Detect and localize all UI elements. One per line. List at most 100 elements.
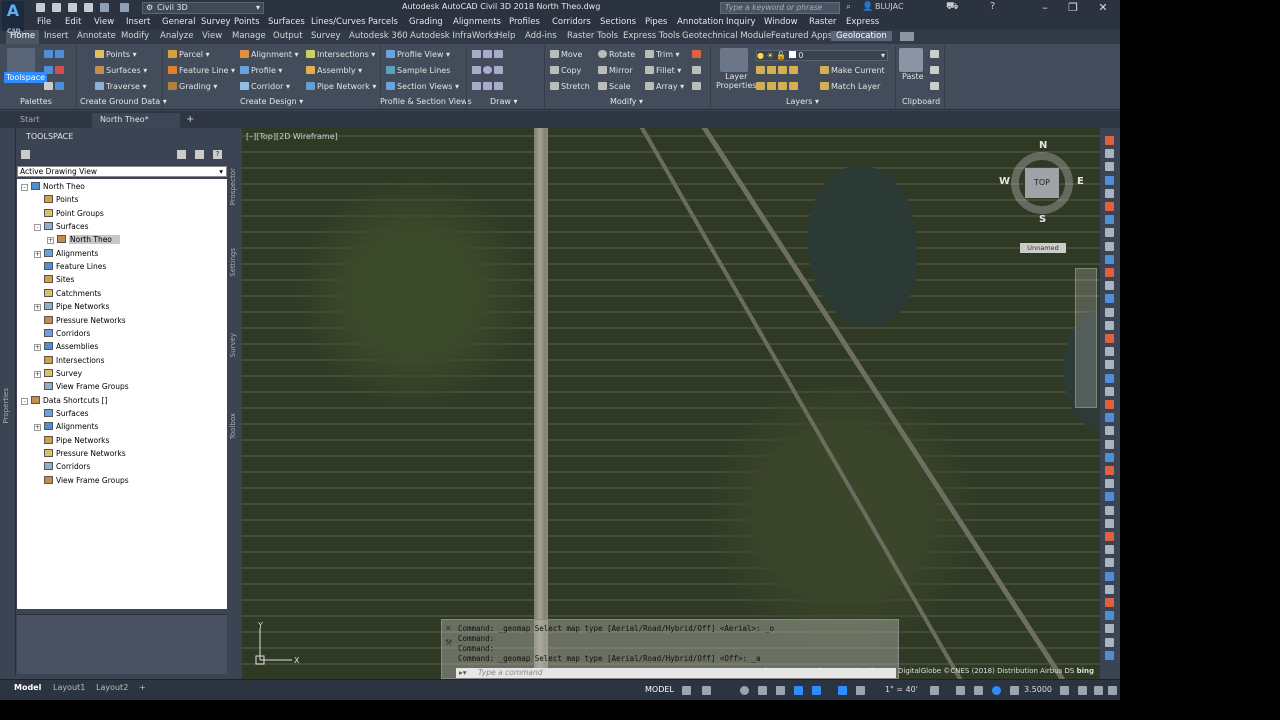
tree-item[interactable]: - Data Shortcuts [] [21,395,107,407]
tab-output[interactable]: Output [273,31,303,41]
scale-button[interactable]: Scale [598,82,631,91]
tab-add-ins[interactable]: Add-ins [525,31,557,41]
layer-properties-icon[interactable] [720,48,748,72]
layer-tool-3-icon[interactable] [778,66,787,74]
layer-tool-7-icon[interactable] [778,82,787,90]
plot-icon[interactable] [84,3,93,12]
image-icon[interactable] [1105,624,1114,634]
compass-north[interactable]: N [1039,140,1047,151]
toolspace-tool-2-icon[interactable] [195,150,204,159]
command-input[interactable]: ▸▾ Type a command [456,668,896,678]
menu-file[interactable]: File [37,17,51,27]
tab-prospector[interactable]: Prospector [229,168,241,205]
rectangle-icon[interactable] [494,66,503,74]
tab-geotechnical[interactable]: Geotechnical Module [682,31,771,41]
tree-item[interactable]: Catchments [34,288,101,300]
tab-express-tools[interactable]: Express Tools [623,31,680,41]
maximize-button[interactable]: ❐ [1058,0,1088,16]
gradient-icon[interactable] [1105,479,1114,489]
workspace-select[interactable]: ⚙ Civil 3D ▾ [142,2,264,14]
undo-icon[interactable] [100,3,109,12]
polyline-icon[interactable] [483,50,492,58]
id-point-icon[interactable] [1105,294,1114,304]
tab-autodesk-360[interactable]: Autodesk 360 [349,31,408,41]
tab-help[interactable]: Help [496,31,515,41]
menu-alignments[interactable]: Alignments [453,17,501,27]
xref-icon[interactable] [1105,611,1114,621]
tree-item[interactable]: Pipe Networks [34,435,109,447]
table-icon[interactable] [1105,492,1114,502]
expand-icon[interactable]: + [34,424,41,432]
paste-special-icon[interactable] [930,82,939,90]
layer-dropdown[interactable]: ● ☀ 🔓 0 ▾ [756,50,888,61]
move-button[interactable]: Move [550,50,582,59]
layer-tool-8-icon[interactable] [789,82,798,90]
tree-item[interactable]: + North Theo [47,234,120,246]
panel-label-ground[interactable]: Create Ground Data ▾ [80,97,167,106]
menu-survey[interactable]: Survey [201,17,231,27]
tree-item[interactable]: Point Groups [34,208,104,220]
feature-line-button[interactable]: Feature Line ▾ [168,66,235,75]
redo-icon[interactable] [120,3,129,12]
menu-profiles[interactable]: Profiles [509,17,540,27]
menu-window[interactable]: Window [764,17,798,27]
toolspace-icon[interactable] [7,48,35,72]
ellipse-icon[interactable] [483,82,492,90]
tab-geolocation[interactable]: Geolocation [831,31,892,41]
prospector-icon[interactable] [44,50,53,58]
zoom-window-icon[interactable] [1105,175,1114,185]
measure-tool-icon[interactable] [1105,254,1114,264]
leader-icon[interactable] [1105,545,1114,555]
points-button[interactable]: Points ▾ [95,50,137,59]
isolate-icon[interactable] [992,686,1001,695]
fullscreen-icon[interactable] [1094,686,1103,695]
properties-strip-label[interactable]: Properties [2,388,14,423]
save-icon[interactable] [68,3,77,12]
menu-annotation[interactable]: Annotation [677,17,724,27]
layer-tool-2-icon[interactable] [767,66,776,74]
blend-icon[interactable] [1105,426,1114,436]
app-logo[interactable]: A C3D [2,1,24,35]
parcel-button[interactable]: Parcel ▾ [168,50,210,59]
select-similar-icon[interactable] [1105,334,1114,343]
doc-tab-start[interactable]: Start [12,113,48,128]
profile-button[interactable]: Profile ▾ [240,66,282,75]
ribbon-options-icon[interactable] [900,32,914,41]
block-icon[interactable] [1105,584,1114,594]
tree-item[interactable]: Sites [34,274,74,286]
compass-south[interactable]: S [1039,214,1046,225]
layer-tool-5-icon[interactable] [756,82,765,90]
panel-label-profile-section[interactable]: Profile & Section Views [380,97,472,106]
copy-clip-icon[interactable] [930,66,939,74]
menu-parcels[interactable]: Parcels [368,17,398,27]
panorama-icon[interactable] [55,82,64,90]
polar-icon[interactable] [758,686,767,695]
doc-tab-north-theo[interactable]: North Theo* [92,113,180,128]
menu-insert[interactable]: Insert [126,17,150,27]
expand-icon[interactable]: + [47,237,54,245]
tree-item[interactable]: + Survey [34,368,82,380]
expand-icon[interactable]: + [34,250,41,258]
boundary-icon[interactable] [1105,452,1114,462]
layers-palette-icon[interactable] [44,66,53,74]
list-tool-icon[interactable] [1105,307,1114,317]
model-space-button[interactable]: MODEL [645,685,674,694]
menu-general[interactable]: General [162,17,196,27]
hardware-accel-icon[interactable] [1010,686,1019,695]
panel-label-clipboard[interactable]: Clipboard [902,97,940,106]
menu-raster[interactable]: Raster [809,17,836,27]
hatch-edit-icon[interactable] [1105,466,1114,475]
status-value[interactable]: 3.5000 [1024,685,1052,694]
tab-layout1[interactable]: Layout1 [53,683,85,692]
tab-survey[interactable]: Survey [311,31,341,41]
minimize-button[interactable]: – [1030,0,1060,16]
tab-annotate[interactable]: Annotate [77,31,116,41]
showmotion-icon[interactable] [1105,188,1114,198]
tree-item[interactable]: Points [34,194,79,206]
tree-item[interactable]: Pressure Networks [34,448,126,460]
panel-label-modify[interactable]: Modify ▾ [610,97,643,106]
paste-icon[interactable] [899,48,923,72]
alignment-button[interactable]: Alignment ▾ [240,50,299,59]
menu-pipes[interactable]: Pipes [645,17,667,27]
toolspace-menu-icon[interactable] [21,150,30,159]
